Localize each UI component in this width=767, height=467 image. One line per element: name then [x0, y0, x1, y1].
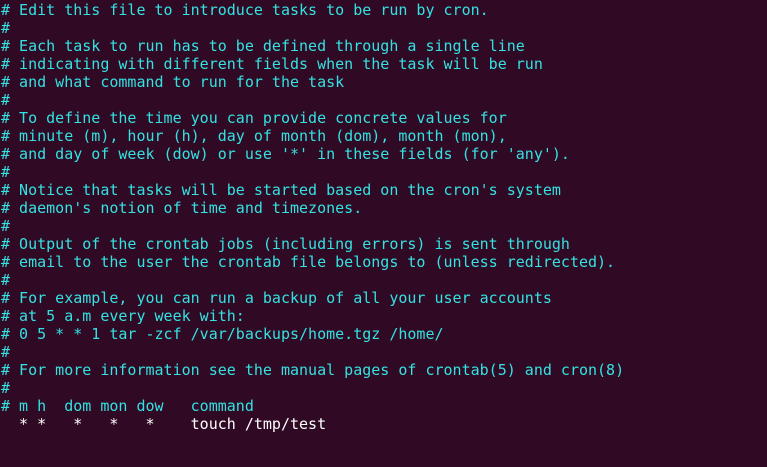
comment-line: #: [1, 379, 11, 397]
comment-line: #: [1, 163, 11, 181]
comment-line: # For more information see the manual pa…: [1, 361, 625, 379]
terminal-window[interactable]: # Edit this file to introduce tasks to b…: [0, 0, 767, 467]
comment-line: # indicating with different fields when …: [1, 55, 543, 73]
comment-line: # Edit this file to introduce tasks to b…: [1, 1, 489, 19]
comment-line: # Output of the crontab jobs (including …: [1, 235, 570, 253]
comment-line: #: [1, 271, 11, 289]
comment-line: #: [1, 19, 11, 37]
comment-line: # email to the user the crontab file bel…: [1, 253, 616, 271]
cron-job-entry[interactable]: * * * * * touch /tmp/test: [1, 415, 624, 433]
comment-line: # To define the time you can provide con…: [1, 109, 507, 127]
crontab-editor-text[interactable]: # Edit this file to introduce tasks to b…: [1, 1, 624, 433]
comment-line: # daemon's notion of time and timezones.: [1, 199, 363, 217]
comment-line: #: [1, 217, 11, 235]
crontab-header-line: # m h dom mon dow command: [1, 397, 254, 415]
comment-line: # minute (m), hour (h), day of month (do…: [1, 127, 507, 145]
comment-line: # 0 5 * * 1 tar -zcf /var/backups/home.t…: [1, 325, 444, 343]
comment-line: #: [1, 343, 11, 361]
comment-line: # For example, you can run a backup of a…: [1, 289, 552, 307]
comment-line: # Notice that tasks will be started base…: [1, 181, 561, 199]
comment-line: # Each task to run has to be defined thr…: [1, 37, 525, 55]
comment-line: # at 5 a.m every week with:: [1, 307, 245, 325]
comment-line: #: [1, 91, 11, 109]
comment-line: # and day of week (dow) or use '*' in th…: [1, 145, 570, 163]
comment-line: # and what command to run for the task: [1, 73, 345, 91]
